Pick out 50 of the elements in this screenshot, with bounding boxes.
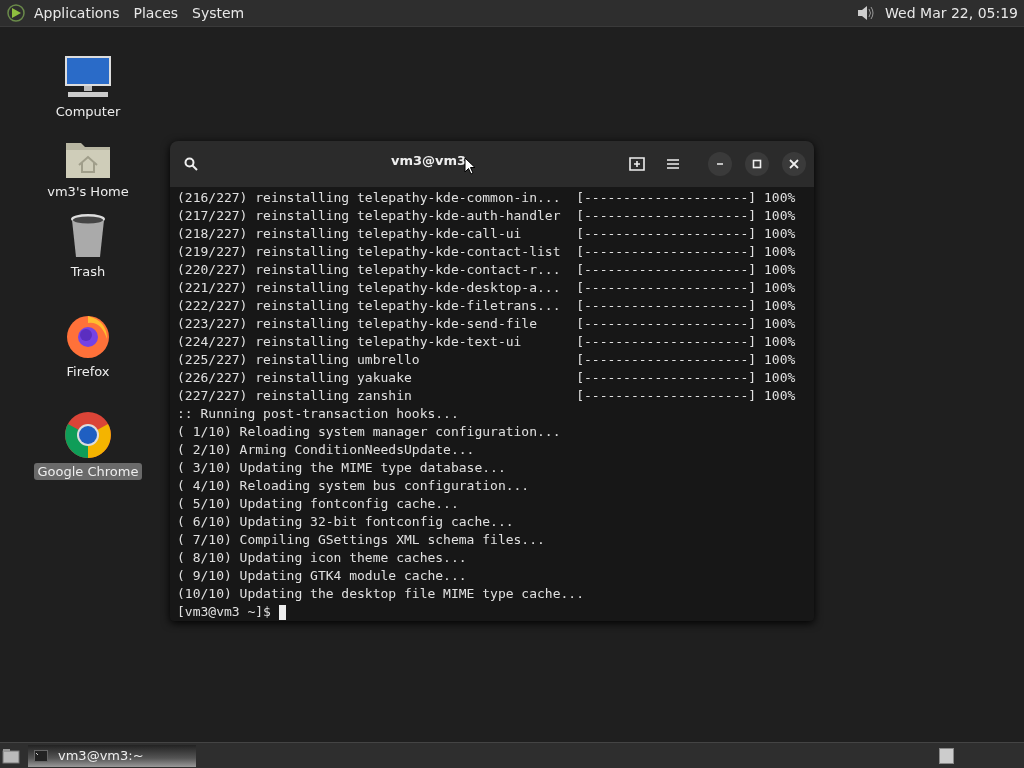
terminal-line: (218/227) reinstalling telepathy-kde-call-ui [---------------------] 100% bbox=[177, 225, 797, 243]
terminal-line: ( 2/10) Arming ConditionNeedsUpdate... bbox=[177, 441, 476, 459]
minimize-icon bbox=[714, 163, 726, 165]
distro-logo-icon[interactable] bbox=[6, 3, 26, 23]
terminal-line: (227/227) reinstalling zanshin [---------------------] 100% bbox=[177, 387, 797, 405]
clock[interactable]: Wed Mar 22, 05:19 bbox=[885, 5, 1018, 21]
terminal-line: (217/227) reinstalling telepathy-kde-auth-handler [---------------------] 100% bbox=[177, 207, 797, 225]
terminal-line: (222/227) reinstalling telepathy-kde-filetrans... [---------------------] 100% bbox=[177, 297, 797, 315]
terminal-line: (219/227) reinstalling telepathy-kde-contact-list [---------------------] 100% bbox=[177, 243, 797, 261]
close-icon bbox=[788, 158, 800, 170]
terminal-line: (221/227) reinstalling telepathy-kde-desktop-a... [---------------------] 100% bbox=[177, 279, 797, 297]
terminal-line: (226/227) reinstalling yakuake [---------------------] 100% bbox=[177, 369, 797, 387]
workspace-switcher[interactable] bbox=[939, 747, 954, 764]
terminal-line: ( 9/10) Updating GTK4 module cache... bbox=[177, 567, 468, 585]
maximize-button[interactable] bbox=[745, 152, 769, 176]
terminal-line: (224/227) reinstalling telepathy-kde-text-ui [---------------------] 100% bbox=[177, 333, 797, 351]
terminal-line: ( 3/10) Updating the MIME type database... bbox=[177, 459, 507, 477]
desktop-icon-label[interactable]: Computer bbox=[51, 103, 125, 120]
shell-prompt: [vm3@vm3 ~]$ bbox=[177, 603, 271, 621]
panel-menu[interactable]: Places bbox=[133, 5, 179, 21]
terminal-line: ( 6/10) Updating 32-bit fontconfig cache... bbox=[177, 513, 515, 531]
terminal-line: (223/227) reinstalling telepathy-kde-send-file [---------------------] 100% bbox=[177, 315, 797, 333]
terminal-line: ( 4/10) Reloading system bus configuration... bbox=[177, 477, 531, 495]
panel-menu[interactable]: System bbox=[192, 5, 245, 21]
terminal-line: (10/10) Updating the desktop file MIME type cache... bbox=[177, 585, 585, 603]
terminal-line: ( 8/10) Updating icon theme caches... bbox=[177, 549, 468, 567]
window-title: vm3@vm3 bbox=[390, 153, 467, 168]
panel-menu[interactable]: Applications bbox=[34, 5, 120, 21]
terminal-line: (225/227) reinstalling umbrello [---------------------] 100% bbox=[177, 351, 797, 369]
show-desktop-icon[interactable] bbox=[2, 747, 20, 764]
terminal-line: ( 5/10) Updating fontconfig cache... bbox=[177, 495, 460, 513]
terminal-line: ( 7/10) Compiling GSettings XML schema files... bbox=[177, 531, 546, 549]
terminal-icon bbox=[34, 749, 48, 762]
terminal-line: ( 1/10) Reloading system manager configuration... bbox=[177, 423, 562, 441]
mouse-pointer-icon bbox=[464, 157, 477, 175]
text-cursor bbox=[278, 604, 286, 620]
desktop-icon-label[interactable]: Trash bbox=[66, 263, 110, 280]
terminal-line: :: Running post-transaction hooks... bbox=[177, 405, 460, 423]
desktop-icon-label[interactable]: Google Chrome bbox=[33, 463, 143, 480]
desktop-icon-label[interactable]: Firefox bbox=[62, 363, 114, 380]
maximize-icon bbox=[751, 158, 763, 170]
terminal-line: (216/227) reinstalling telepathy-kde-common-in... [---------------------] 100% bbox=[177, 189, 797, 207]
search-icon bbox=[184, 157, 198, 171]
minimize-button[interactable] bbox=[708, 152, 732, 176]
terminal-line: (220/227) reinstalling telepathy-kde-contact-r... [---------------------] 100% bbox=[177, 261, 797, 279]
new-tab-icon bbox=[629, 157, 645, 171]
close-button[interactable] bbox=[782, 152, 806, 176]
taskbar-button[interactable]: vm3@vm3:~ bbox=[28, 744, 196, 767]
menu-icon bbox=[667, 158, 679, 170]
desktop-icon-label[interactable]: vm3's Home bbox=[43, 183, 133, 200]
